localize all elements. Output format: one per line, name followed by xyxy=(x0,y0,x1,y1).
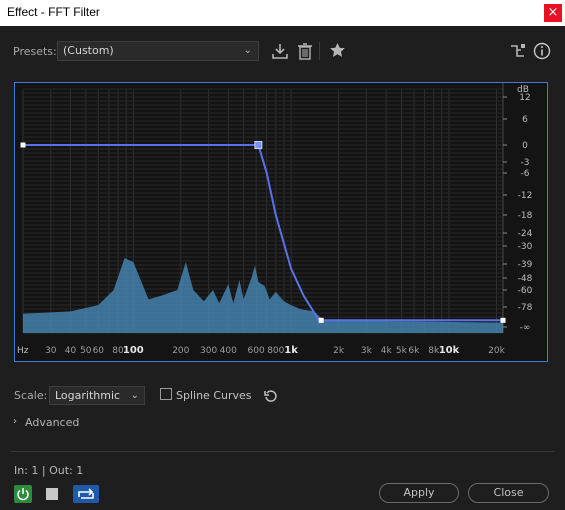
control-point[interactable] xyxy=(20,142,26,148)
hz-tick-label: 1k xyxy=(284,345,298,356)
control-point[interactable] xyxy=(254,141,263,149)
hz-tick-label: 10k xyxy=(439,345,460,356)
power-button[interactable] xyxy=(14,485,32,503)
chevron-right-icon[interactable]: › xyxy=(13,416,17,427)
reset-icon[interactable] xyxy=(264,388,278,407)
hz-tick-label: 40 xyxy=(65,346,77,356)
hz-unit-label: Hz xyxy=(17,346,29,356)
hz-tick-label: 2k xyxy=(333,346,345,356)
fft-graph[interactable]: dB 12 6 0 -3 -6 -12 -18 -24 -30 -39 -48 -60 -78 -∞ Hz 3… xyxy=(14,82,548,362)
hz-tick-label: 300 xyxy=(200,346,217,356)
db-tick-label: -30 xyxy=(518,242,533,252)
db-tick-label: 0 xyxy=(522,141,528,151)
power-icon xyxy=(17,488,29,501)
divider xyxy=(10,451,555,452)
window-title: Effect - FFT Filter xyxy=(7,5,100,19)
fft-graph-canvas[interactable]: dB1260-3-6-12-18-24-30-39-48-60-78-∞ Hz 3… xyxy=(15,83,547,361)
control-point[interactable] xyxy=(500,317,506,323)
hz-tick-label: 400 xyxy=(220,346,237,356)
presets-label: Presets: xyxy=(13,45,57,58)
stop-button[interactable] xyxy=(46,488,58,500)
scale-label: Scale: xyxy=(14,389,48,402)
loop-icon xyxy=(78,488,94,499)
star-icon[interactable] xyxy=(329,42,346,63)
db-tick-label: -18 xyxy=(518,211,533,221)
hz-tick-label: 600 xyxy=(248,346,265,356)
hz-tick-label: 4k xyxy=(381,346,393,356)
hz-tick-label: 6k xyxy=(408,346,420,356)
apply-button[interactable]: Apply xyxy=(379,483,459,503)
advanced-toggle[interactable]: Advanced xyxy=(25,416,79,429)
hz-tick-label: 60 xyxy=(93,346,105,356)
chevron-down-icon: ⌄ xyxy=(243,45,252,56)
loop-button[interactable] xyxy=(73,485,99,503)
db-tick-label: -39 xyxy=(518,260,533,270)
db-tick-label: 6 xyxy=(522,115,528,125)
hz-tick-label: 20k xyxy=(488,346,505,356)
hz-tick-label: 50 xyxy=(80,346,92,356)
scale-value: Logarithmic xyxy=(55,389,121,402)
hz-tick-label: 800 xyxy=(267,346,284,356)
presets-dropdown[interactable]: (Custom) ⌄ xyxy=(57,41,259,61)
db-tick-label: -6 xyxy=(521,169,530,179)
trash-icon[interactable] xyxy=(297,42,313,64)
title-bar: Effect - FFT Filter × xyxy=(0,0,565,26)
db-tick-label: 12 xyxy=(519,93,530,103)
info-icon[interactable] xyxy=(533,42,551,64)
db-tick-label: -12 xyxy=(518,191,533,201)
hz-tick-label: 200 xyxy=(172,346,189,356)
download-preset-icon[interactable] xyxy=(271,43,289,64)
close-button[interactable]: Close xyxy=(468,483,549,503)
db-tick-label: -60 xyxy=(518,286,533,296)
db-tick-label: -3 xyxy=(521,158,530,168)
db-tick-label: -24 xyxy=(518,229,533,239)
io-info: In: 1 | Out: 1 xyxy=(14,464,84,477)
db-tick-label: -∞ xyxy=(520,323,531,333)
chevron-down-icon: ⌄ xyxy=(130,390,139,401)
hz-tick-label: 30 xyxy=(45,346,57,356)
hz-tick-label: 5k xyxy=(396,346,408,356)
spline-curves-label[interactable]: Spline Curves xyxy=(176,389,252,402)
toolbar-divider xyxy=(319,42,320,60)
scale-dropdown[interactable]: Logarithmic ⌄ xyxy=(49,386,145,405)
window-close-button[interactable]: × xyxy=(544,4,562,22)
hz-tick-label: 3k xyxy=(361,346,373,356)
db-tick-label: -48 xyxy=(518,274,533,284)
hz-tick-label: 100 xyxy=(123,345,144,356)
routing-icon[interactable] xyxy=(510,43,526,63)
db-tick-label: -78 xyxy=(518,303,533,313)
presets-value: (Custom) xyxy=(63,44,114,57)
spline-curves-checkbox[interactable] xyxy=(160,388,172,400)
control-point[interactable] xyxy=(318,317,324,323)
